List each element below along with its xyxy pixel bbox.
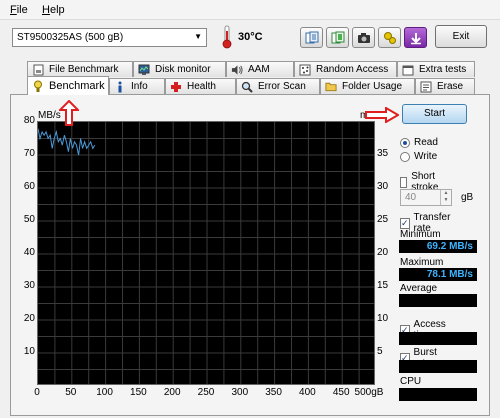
tab-disk-monitor[interactable]: Disk monitor [133, 61, 226, 77]
tab-file-benchmark[interactable]: File Benchmark [27, 61, 133, 77]
average-value [399, 294, 477, 307]
screenshot-icon [357, 32, 370, 43]
start-button[interactable]: Start [402, 104, 467, 124]
extra-tests-icon [402, 64, 414, 76]
transfer-rate-box: ✓ [400, 217, 410, 229]
tab-random-access-label: Random Access [316, 64, 389, 75]
copy-text-icon [305, 31, 318, 43]
write-radio-dot [400, 151, 410, 162]
annotation-arrow-right-icon [365, 107, 399, 123]
write-radio[interactable]: Write [400, 151, 437, 162]
average-label: Average [400, 283, 438, 294]
tab-folder-usage[interactable]: Folder Usage [320, 78, 415, 94]
spinner-arrows-icon: ▲ ▼ [440, 190, 451, 205]
chevron-down-icon: ▼ [194, 32, 202, 41]
tab-info-label: Info [131, 81, 148, 92]
write-label: Write [414, 151, 438, 162]
minimum-value: 69.2 MB/s [399, 240, 477, 253]
tab-benchmark[interactable]: Benchmark [27, 76, 109, 95]
save-icon [410, 32, 421, 44]
menu-help[interactable]: Help [42, 4, 65, 16]
maximum-value: 78.1 MB/s [399, 268, 477, 281]
tab-error-scan-label: Error Scan [258, 81, 306, 92]
short-stroke-value: 40 [405, 192, 417, 203]
tab-random-access[interactable]: Random Access [294, 61, 397, 77]
screenshot-button[interactable] [352, 27, 375, 48]
menu-file-key: F [10, 4, 17, 16]
menu-file-label: ile [16, 4, 28, 16]
folder-icon [325, 81, 337, 93]
menu-help-label: elp [49, 4, 65, 16]
save-button[interactable] [404, 27, 427, 48]
minimum-label: Minimum [400, 229, 441, 240]
tab-erase[interactable]: Erase [415, 78, 475, 94]
exit-button[interactable]: Exit [435, 25, 487, 48]
copy-text-button[interactable] [300, 27, 323, 48]
tab-health-label: Health [187, 81, 216, 92]
tab-file-benchmark-label: File Benchmark [49, 64, 119, 75]
tab-aam[interactable]: AAM [226, 61, 294, 77]
menu-help-key: H [42, 4, 50, 16]
tab-extra-tests-label: Extra tests [419, 64, 467, 75]
monitor-icon [138, 64, 150, 76]
thermometer-icon [222, 25, 232, 49]
disk-page-icon [32, 64, 44, 76]
short-stroke-box [400, 176, 408, 188]
read-radio-dot [400, 137, 410, 148]
tab-disk-monitor-label: Disk monitor [155, 64, 211, 75]
menu-bar: File Help [0, 0, 500, 20]
short-stroke-spinner[interactable]: 40 ▲ ▼ [400, 189, 452, 206]
magnifier-icon [241, 81, 253, 93]
tab-extra-tests[interactable]: Extra tests [397, 61, 475, 77]
tab-aam-label: AAM [248, 64, 270, 75]
copy-info-button[interactable] [326, 27, 349, 48]
random-access-icon [299, 64, 311, 76]
options-button[interactable] [378, 27, 401, 48]
cpu-usage-value [399, 388, 477, 401]
annotation-arrow-up-icon [59, 100, 79, 126]
read-label: Read [414, 137, 438, 148]
tab-erase-label: Erase [437, 81, 464, 92]
tab-folder-usage-label: Folder Usage [342, 81, 403, 92]
drive-select-value: ST9500325AS (500 gB) [17, 32, 124, 43]
tab-error-scan[interactable]: Error Scan [236, 78, 320, 94]
menu-file[interactable]: File [10, 4, 28, 16]
read-radio[interactable]: Read [400, 137, 438, 148]
tab-health[interactable]: Health [165, 78, 236, 94]
short-stroke-unit: gB [461, 192, 474, 203]
temperature-readout: 30°C [238, 31, 263, 43]
access-time-value [399, 332, 477, 345]
copy-info-icon [331, 31, 344, 43]
speaker-icon [231, 64, 243, 76]
tab-benchmark-label: Benchmark [49, 80, 105, 92]
maximum-label: Maximum [400, 257, 444, 268]
erase-icon [420, 81, 432, 93]
options-icon [383, 31, 396, 44]
tab-info[interactable]: Info [109, 78, 165, 94]
benchmark-icon [32, 80, 44, 92]
drive-select[interactable]: ST9500325AS (500 gB) ▼ [12, 28, 207, 47]
health-icon [170, 81, 182, 93]
info-icon [114, 81, 126, 93]
burst-rate-value [399, 360, 477, 373]
